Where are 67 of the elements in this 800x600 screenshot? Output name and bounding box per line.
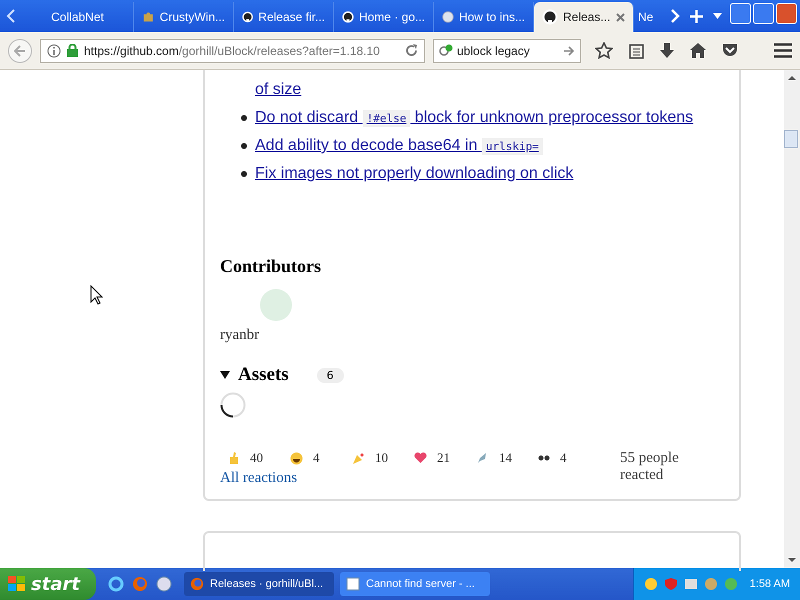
- browser-tab[interactable]: Releas...: [534, 2, 634, 32]
- all-reactions-link[interactable]: All reactions: [220, 470, 298, 487]
- start-button[interactable]: start: [0, 568, 96, 600]
- bullet-icon: [241, 171, 247, 177]
- globe-icon: [442, 9, 454, 25]
- octocat-icon: [242, 9, 254, 25]
- taskbar-button[interactable]: Cannot find server - ...: [340, 572, 490, 596]
- change-link[interactable]: Add ability to decode base64 in urlskip=: [255, 137, 543, 155]
- back-arrow-icon: [14, 44, 26, 56]
- eyes-icon: [538, 455, 550, 461]
- reaction-button[interactable]: 4: [530, 450, 592, 466]
- octocat-icon: [542, 9, 558, 25]
- reaction-button[interactable]: 4: [282, 450, 344, 466]
- change-link[interactable]: Do not discard !#else block for unknown preprocessor tokens: [255, 109, 694, 127]
- reaction-button[interactable]: 10: [344, 450, 406, 466]
- browser-e-icon[interactable]: [108, 576, 124, 592]
- address-bar[interactable]: https://github.com/gorhill/uBlock/releases?after=1.18.10: [40, 38, 425, 62]
- search-field[interactable]: ublock legacy: [433, 38, 581, 62]
- party-popper-icon: [352, 452, 365, 464]
- restore-button[interactable]: [753, 3, 774, 24]
- bullet-icon: [241, 143, 247, 149]
- assets-heading[interactable]: Assets: [238, 364, 289, 386]
- octocat-icon: [342, 9, 354, 25]
- plus-icon[interactable]: [690, 10, 703, 22]
- puzzle-icon: [142, 10, 155, 24]
- windows-logo-icon: [8, 576, 26, 592]
- download-icon[interactable]: [660, 42, 674, 58]
- reload-icon[interactable]: [405, 44, 418, 57]
- arrow-right-icon[interactable]: [564, 46, 575, 56]
- bullet-icon: [241, 115, 247, 121]
- reaction-button[interactable]: 40: [220, 450, 282, 466]
- close-button[interactable]: [776, 3, 797, 24]
- page-icon: [346, 577, 360, 591]
- loading-spinner-icon: [220, 392, 246, 418]
- app-icon[interactable]: [156, 576, 172, 592]
- smiley-icon: [290, 452, 303, 464]
- firefox-icon: [190, 577, 204, 591]
- lock-icon: [67, 44, 78, 57]
- contributor-name[interactable]: ryanbr: [220, 327, 722, 344]
- mouse-pointer-icon: [90, 285, 103, 305]
- menu-icon[interactable]: [774, 43, 792, 58]
- search-icon: [439, 44, 454, 57]
- tray-app-icon[interactable]: [684, 577, 698, 591]
- info-icon[interactable]: [47, 44, 61, 58]
- caret-icon[interactable]: [713, 13, 722, 19]
- minimize-button[interactable]: [730, 3, 751, 24]
- rocket-icon: [476, 452, 489, 464]
- scrollbar-thumb[interactable]: [784, 130, 798, 148]
- browser-tab[interactable]: Ne: [634, 2, 664, 32]
- scrollbar[interactable]: [784, 70, 800, 568]
- heart-icon: [414, 452, 427, 464]
- section-heading: Contributors: [220, 256, 322, 277]
- close-icon[interactable]: [616, 12, 625, 22]
- reaction-button[interactable]: 21: [406, 450, 468, 466]
- change-link[interactable]: Fix images not properly downloading on click: [255, 165, 574, 183]
- reaction-button[interactable]: 14: [468, 450, 530, 466]
- thumbs-up-icon: [228, 451, 240, 465]
- pocket-icon[interactable]: [722, 43, 738, 58]
- change-link[interactable]: of size: [255, 81, 302, 99]
- taskbar-button[interactable]: Releases · gorhill/uBl...: [184, 572, 334, 596]
- reaction-summary: 55 people reacted: [620, 450, 680, 484]
- home-icon[interactable]: [690, 43, 706, 58]
- chevron-right-icon[interactable]: [670, 9, 680, 23]
- reading-list-icon[interactable]: [629, 42, 644, 58]
- star-icon[interactable]: [595, 42, 613, 59]
- clock: 1:58 AM: [750, 578, 790, 590]
- asset-count: 6: [316, 368, 344, 382]
